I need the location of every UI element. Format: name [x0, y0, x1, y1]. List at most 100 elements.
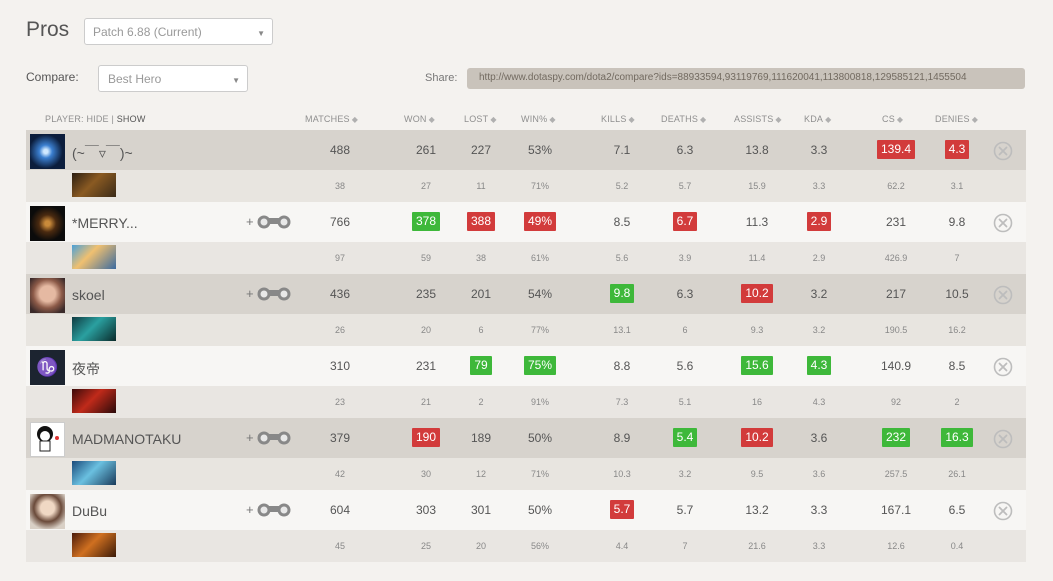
sort-icon: ◆	[971, 115, 979, 124]
hero-stat-assists: 16	[751, 397, 762, 407]
share-label: Share:	[425, 72, 458, 84]
sort-lost[interactable]: LOST ◆	[464, 114, 497, 124]
best-hero-row: 42 30 12 71% 10.3 3.2 9.5 3.6 257.5 26.1	[26, 458, 1026, 490]
remove-player-icon[interactable]	[993, 141, 1013, 161]
add-watch-binoculars-icon[interactable]: +	[246, 286, 294, 302]
stat-badge: 388	[466, 212, 496, 231]
player-name[interactable]: (~￣▿￣)~	[72, 143, 133, 163]
sort-icon: ◆	[549, 115, 556, 124]
player-row: skoel +436 235 201 54% 9.8 6.3 10.2 3.2 217 10.5 26…	[26, 274, 1026, 346]
stat-badge: 190	[411, 428, 441, 447]
avatar[interactable]	[30, 422, 65, 457]
best-hero-row: 45 25 20 56% 4.4 7 21.6 3.3 12.6 0.4	[26, 530, 1026, 562]
hero-portrait[interactable]	[72, 389, 116, 413]
stat-kills: 7.1	[613, 143, 631, 157]
stat-won: 303	[415, 503, 437, 517]
patch-select[interactable]: Patch 6.88 (Current) ▼	[84, 18, 273, 45]
player-name[interactable]: MADMANOTAKU	[72, 431, 181, 447]
add-watch-binoculars-icon[interactable]: +	[246, 502, 294, 518]
player-row: *MERRY... +766 378 388 49% 8.5 6.7 11.3 2.9 231 9.…	[26, 202, 1026, 274]
sort-kills[interactable]: KILLS ◆	[601, 114, 635, 124]
page-title: Pros	[26, 18, 70, 41]
hero-stat-win: 77%	[530, 325, 549, 335]
sort-icon: ◆	[490, 115, 497, 124]
hero-stat-cs: 426.9	[884, 253, 908, 263]
player-name[interactable]: skoel	[72, 287, 105, 303]
show-players-link[interactable]: SHOW	[117, 114, 146, 124]
stat-cs: 232	[871, 428, 921, 447]
sort-deaths[interactable]: DEATHS ◆	[661, 114, 706, 124]
hide-players-link[interactable]: HIDE	[86, 114, 108, 124]
stat-lost: 189	[470, 431, 492, 445]
sort-matches[interactable]: MATCHES ◆	[305, 114, 358, 124]
hero-portrait[interactable]	[72, 461, 116, 485]
hero-stat-lost: 6	[478, 325, 484, 335]
avatar[interactable]	[30, 494, 65, 529]
compare-label: Compare:	[26, 70, 79, 84]
sort-win[interactable]: WIN% ◆	[521, 114, 556, 124]
compare-select[interactable]: Best Hero ▼	[98, 65, 248, 92]
stat-lost: 301	[470, 503, 492, 517]
remove-player-icon[interactable]	[993, 213, 1013, 233]
share-url-field[interactable]: http://www.dotaspy.com/dota2/compare?ids…	[467, 68, 1025, 89]
hero-stat-kills: 4.4	[615, 541, 629, 551]
remove-player-icon[interactable]	[993, 429, 1013, 449]
hero-stat-won: 20	[420, 325, 431, 335]
remove-player-icon[interactable]	[993, 501, 1013, 521]
avatar[interactable]	[30, 134, 65, 169]
hero-stat-deaths: 5.7	[678, 181, 692, 191]
stat-cs: 139.4	[871, 140, 921, 159]
player-name[interactable]: 夜帝	[72, 359, 100, 379]
stat-matches: 379	[329, 431, 351, 445]
stat-won: 261	[415, 143, 437, 157]
hero-stat-won: 25	[420, 541, 431, 551]
svg-text:+: +	[246, 502, 254, 517]
sort-icon: ◆	[775, 115, 782, 124]
hero-portrait[interactable]	[72, 317, 116, 341]
hero-stat-won: 27	[420, 181, 431, 191]
hero-stat-win: 91%	[530, 397, 549, 407]
player-name[interactable]: DuBu	[72, 503, 107, 519]
stat-cs: 167.1	[880, 503, 912, 517]
stat-badge: 75%	[523, 356, 557, 375]
hero-stat-cs: 12.6	[887, 541, 905, 551]
hero-stat-matches: 42	[334, 469, 345, 479]
stat-won: 235	[415, 287, 437, 301]
stat-cs: 231	[885, 215, 907, 229]
hero-portrait[interactable]	[72, 173, 116, 197]
avatar[interactable]: ♑	[30, 350, 65, 385]
stat-denies: 10.5	[945, 287, 969, 301]
hero-stat-kda: 3.2	[812, 325, 826, 335]
add-watch-binoculars-icon[interactable]: +	[246, 430, 294, 446]
hero-portrait[interactable]	[72, 245, 116, 269]
add-watch-binoculars-icon[interactable]: +	[246, 214, 294, 230]
sort-assists[interactable]: ASSISTS ◆	[734, 114, 782, 124]
stat-badge: 6.7	[672, 212, 698, 231]
compare-select-value: Best Hero	[108, 72, 162, 86]
avatar[interactable]	[30, 278, 65, 313]
hero-stat-kills: 7.3	[615, 397, 629, 407]
sort-won[interactable]: WON ◆	[404, 114, 435, 124]
sort-denies[interactable]: DENIES ◆	[935, 114, 978, 124]
sort-kda[interactable]: KDA ◆	[804, 114, 831, 124]
stat-kda: 2.9	[794, 212, 844, 231]
deaths-header: DEATHS	[661, 114, 699, 124]
remove-player-icon[interactable]	[993, 357, 1013, 377]
hero-stat-deaths: 6	[682, 325, 688, 335]
stat-lost: 79	[456, 356, 506, 375]
patch-select-value: Patch 6.88 (Current)	[93, 25, 202, 39]
stat-win: 49%	[515, 212, 565, 231]
hero-stat-denies: 7	[954, 253, 960, 263]
svg-text:+: +	[246, 214, 254, 229]
remove-player-icon[interactable]	[993, 285, 1013, 305]
hero-stat-matches: 38	[334, 181, 345, 191]
hero-stat-lost: 11	[476, 181, 486, 191]
player-name[interactable]: *MERRY...	[72, 215, 138, 231]
hero-stat-win: 71%	[530, 181, 549, 191]
hero-portrait[interactable]	[72, 533, 116, 557]
avatar[interactable]	[30, 206, 65, 241]
player-header-label: PLAYER:	[45, 114, 84, 124]
player-row: ♑ 夜帝 310 231 79 75% 8.8 5.6 15.6 4.3 140.9 8.5 23 21 2…	[26, 346, 1026, 418]
stat-badge: 4.3	[806, 356, 832, 375]
sort-cs[interactable]: CS ◆	[882, 114, 903, 124]
